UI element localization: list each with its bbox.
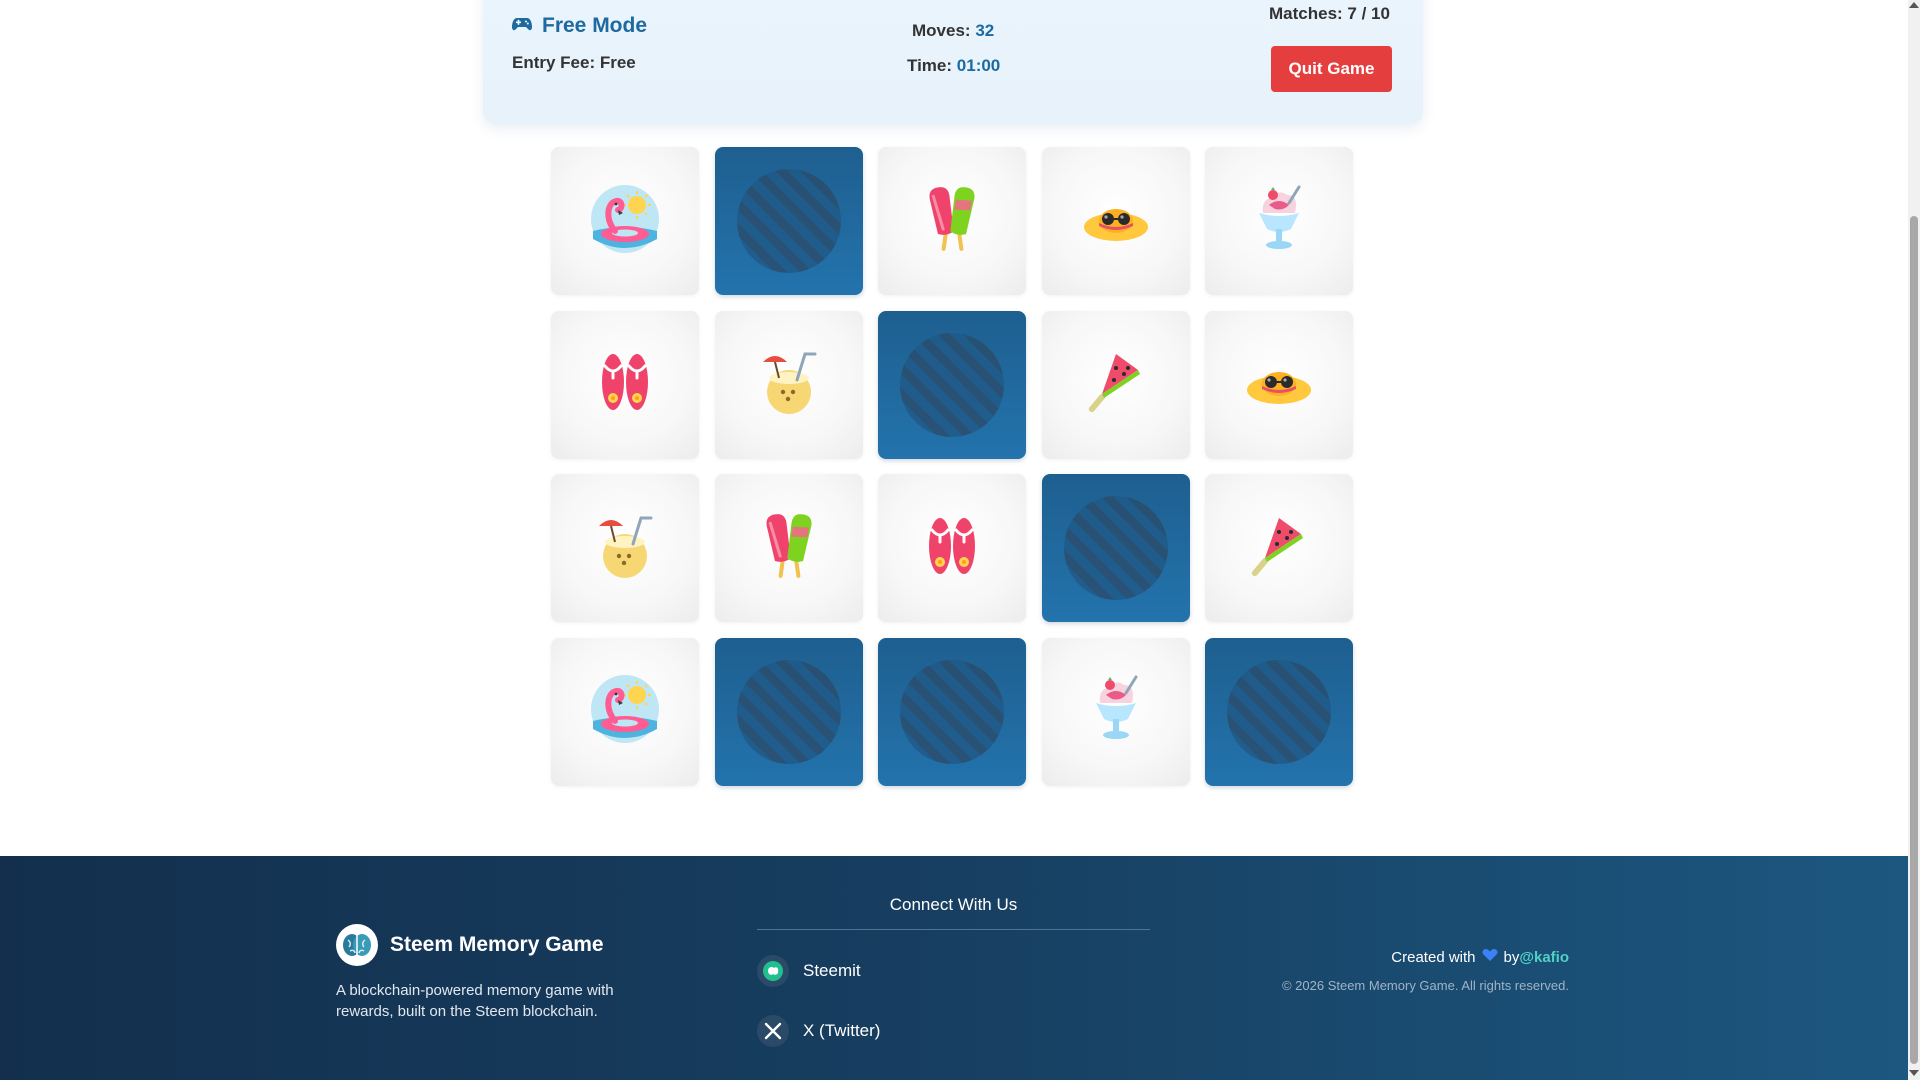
heart-icon: [1482, 948, 1498, 966]
gamepad-icon: [512, 16, 532, 37]
memory-card[interactable]: [878, 474, 1026, 622]
memory-card[interactable]: [714, 310, 863, 459]
shaved-ice-icon: [1239, 179, 1319, 264]
time-label: Time:: [907, 56, 953, 75]
footer: [0, 856, 1908, 1080]
social-label: X (Twitter): [803, 1021, 881, 1040]
memory-card[interactable]: [878, 147, 1026, 295]
moves-counter: Moves: 32: [912, 21, 994, 41]
memory-card[interactable]: [1041, 474, 1190, 622]
timer: Time: 01:00: [907, 56, 1000, 76]
social-link-x-twitter[interactable]: X (Twitter): [757, 1015, 880, 1047]
sun-hat-icon: [1076, 179, 1156, 264]
x-twitter-icon: [757, 1015, 789, 1047]
coconut-drink-icon: [585, 506, 665, 591]
memory-card[interactable]: [1205, 147, 1353, 295]
social-link-steemit[interactable]: Steemit: [757, 955, 861, 987]
moves-value: 32: [975, 21, 995, 40]
shaved-ice-icon: [1076, 669, 1156, 754]
time-value: 01:00: [956, 56, 1001, 75]
card-back-icon: [736, 659, 841, 764]
scrollbar-thumb[interactable]: [1910, 216, 1918, 1064]
steemit-icon: [757, 955, 789, 987]
card-back-icon: [1063, 496, 1168, 600]
matches-counter: Matches: 7 / 10: [1269, 4, 1390, 23]
popsicles-icon: [912, 179, 992, 264]
card-back-icon: [1227, 659, 1331, 764]
scroll-down-arrow-icon[interactable]: [1909, 1070, 1919, 1076]
scroll-up-arrow-icon[interactable]: [1909, 2, 1919, 8]
memory-card[interactable]: [714, 637, 863, 786]
footer-brand-description: A blockchain-powered memory game with re…: [336, 982, 614, 1020]
credit-by: by: [1503, 948, 1520, 966]
game-board: [551, 147, 1355, 787]
flamingo-float-icon: [585, 669, 665, 754]
flip-flops-icon: [585, 342, 665, 427]
credit-line: Created with by @kafio: [1391, 948, 1569, 966]
memory-card[interactable]: [878, 637, 1026, 786]
mode-indicator: Free Mode: [512, 14, 647, 38]
watermelon-pop-icon: [1239, 506, 1319, 591]
popsicles-icon: [749, 506, 829, 591]
memory-card[interactable]: [1205, 474, 1353, 622]
coconut-drink-icon: [749, 342, 829, 427]
quit-game-button[interactable]: Quit Game: [1271, 46, 1392, 92]
watermelon-pop-icon: [1076, 342, 1156, 427]
brain-icon: [336, 924, 378, 966]
copyright: © 2026 Steem Memory Game. All rights res…: [1281, 978, 1569, 993]
mode-label: Free Mode: [542, 14, 648, 37]
footer-brand-name: Steem Memory Game: [390, 933, 604, 956]
memory-card[interactable]: [878, 310, 1026, 459]
memory-card[interactable]: [551, 147, 699, 295]
memory-card[interactable]: [1041, 637, 1190, 786]
connect-divider: [757, 929, 1150, 930]
credit-prefix: Created with: [1391, 948, 1476, 966]
memory-card[interactable]: [1205, 637, 1353, 786]
flamingo-float-icon: [585, 179, 665, 264]
author-link[interactable]: @kafio: [1519, 949, 1569, 966]
entry-fee: Entry Fee: Free: [512, 53, 636, 72]
memory-card[interactable]: [1041, 310, 1190, 459]
flip-flops-icon: [912, 506, 992, 591]
memory-card[interactable]: [1205, 310, 1353, 459]
memory-card[interactable]: [714, 474, 863, 622]
card-back-icon: [736, 169, 841, 273]
memory-card[interactable]: [1041, 147, 1190, 295]
memory-card[interactable]: [714, 147, 863, 295]
card-back-icon: [900, 659, 1004, 764]
memory-card[interactable]: [551, 637, 699, 786]
memory-card[interactable]: [551, 474, 699, 622]
footer-brand: Steem Memory Game: [336, 924, 604, 966]
sun-hat-icon: [1239, 342, 1319, 427]
memory-card[interactable]: [551, 310, 699, 459]
connect-heading: Connect With Us: [889, 895, 1018, 914]
social-label: Steemit: [803, 961, 861, 980]
card-back-icon: [900, 332, 1004, 437]
moves-label: Moves:: [912, 21, 971, 40]
